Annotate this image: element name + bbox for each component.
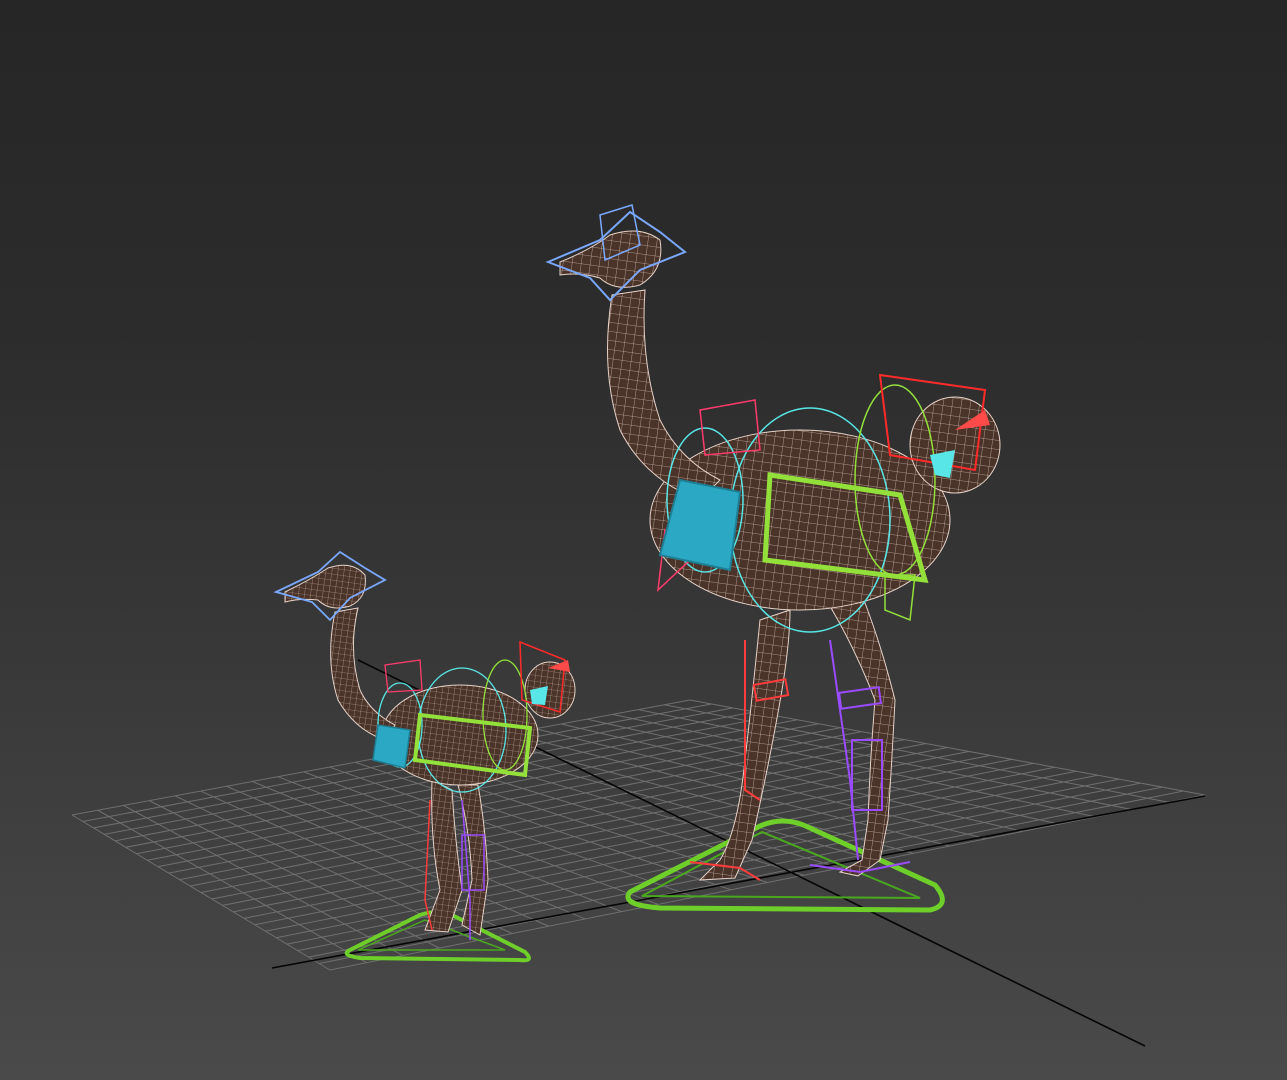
grid-line: [276, 774, 1098, 939]
ostrich-large[interactable]: [545, 204, 1001, 913]
perspective-viewport[interactable]: [0, 0, 1287, 1080]
home-grid: [71, 699, 1206, 971]
scene-canvas[interactable]: [0, 0, 1287, 1080]
head-large[interactable]: [545, 204, 687, 302]
head-small[interactable]: [273, 550, 387, 622]
ostrich-small[interactable]: [273, 550, 576, 963]
tail-mesh-large: [909, 396, 1001, 494]
grid-line: [233, 758, 1012, 913]
